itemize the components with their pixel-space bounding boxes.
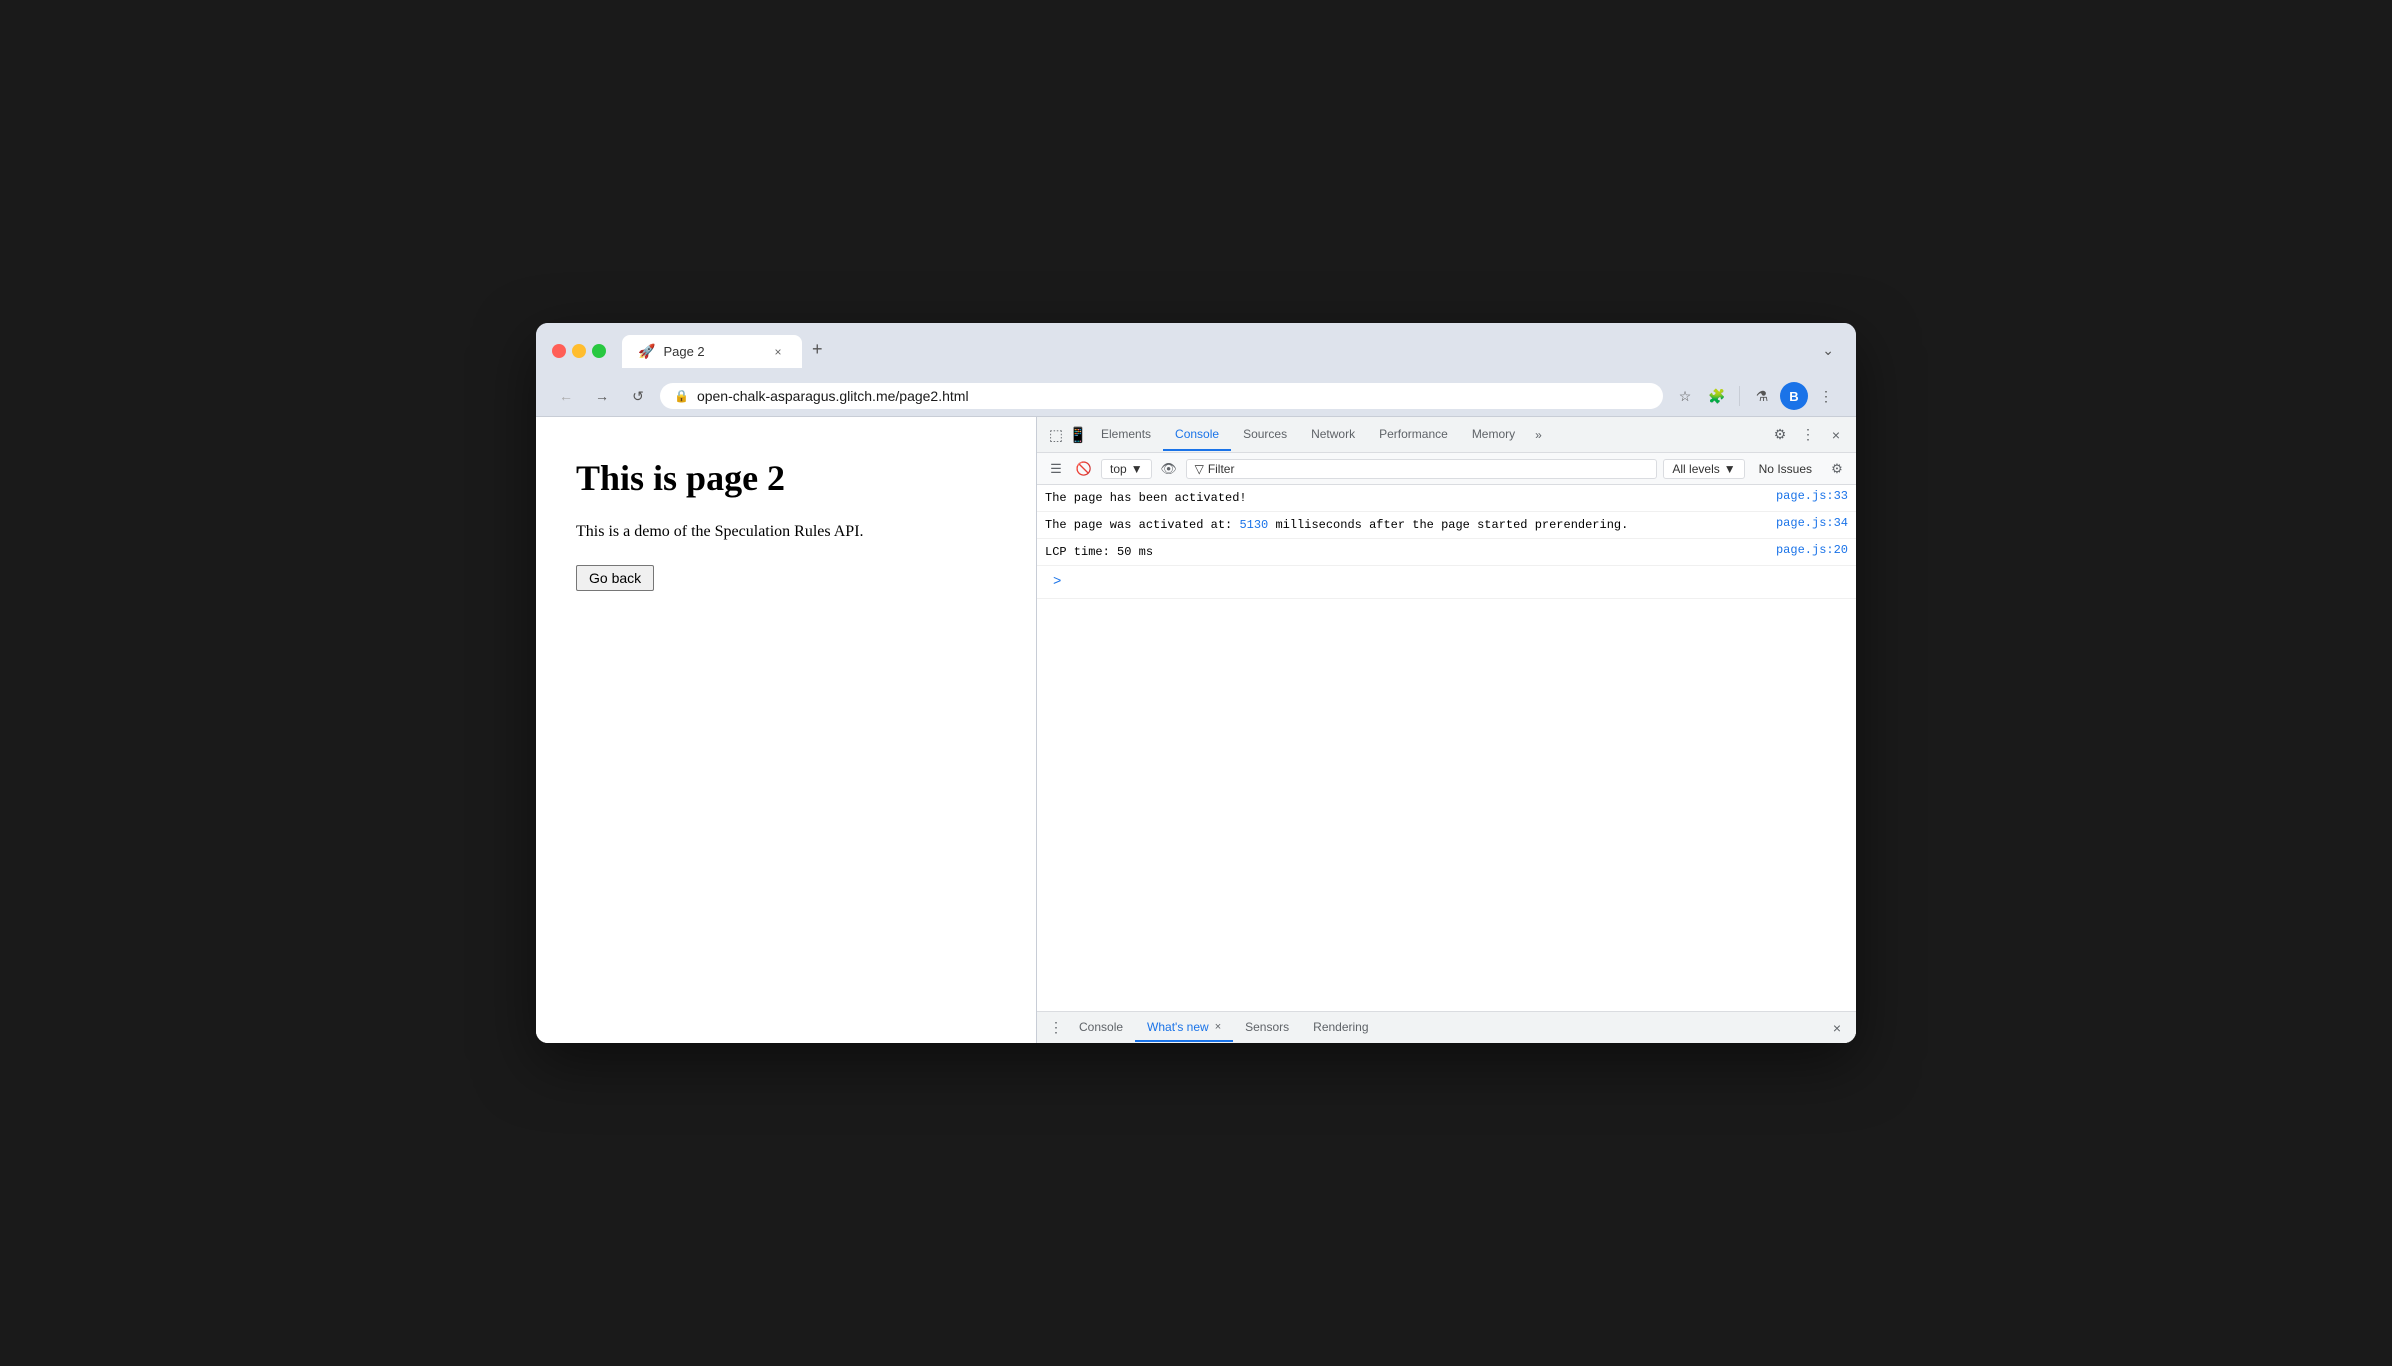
console-message-3: LCP time: 50 ms: [1045, 543, 1768, 561]
console-line-1: The page has been activated! page.js:33: [1037, 485, 1856, 512]
drawer-tab-rendering-label: Rendering: [1313, 1020, 1368, 1034]
context-dropdown-icon: ▼: [1131, 462, 1143, 476]
browser-window: 🚀 Page 2 × + ⌄ ← → ↺ 🔒 open-chalk-aspara…: [536, 323, 1856, 1043]
devtools-drawer: ⋮ Console What's new × Sensors Rendering…: [1037, 1011, 1856, 1043]
devtools-device-icon[interactable]: 📱: [1067, 424, 1089, 446]
console-prompt-icon: >: [1045, 570, 1069, 594]
tab-bar: 🚀 Page 2 × +: [622, 333, 1808, 368]
tab-memory[interactable]: Memory: [1460, 419, 1527, 451]
console-issues-count: No Issues: [1751, 460, 1820, 478]
drawer-tab-whatsnew-close[interactable]: ×: [1215, 1021, 1221, 1033]
level-label: All levels: [1672, 462, 1719, 476]
console-toolbar: ☰ 🚫 top ▼ 👁 ▽ Filter All levels ▼ No Iss…: [1037, 453, 1856, 485]
drawer-tab-console[interactable]: Console: [1067, 1014, 1135, 1042]
extension-button[interactable]: 🧩: [1703, 382, 1731, 410]
close-traffic-light[interactable]: [552, 344, 566, 358]
tab-sources[interactable]: Sources: [1231, 419, 1299, 451]
devtools-panel: ⬚ 📱 Elements Console Sources Network Per…: [1036, 417, 1856, 1043]
page-heading: This is page 2: [576, 457, 996, 499]
active-tab[interactable]: 🚀 Page 2 ×: [622, 335, 802, 368]
console-highlight-value: 5130: [1239, 518, 1268, 532]
console-source-3[interactable]: page.js:20: [1776, 543, 1848, 557]
console-message-1: The page has been activated!: [1045, 489, 1768, 507]
filter-icon: ▽: [1195, 462, 1204, 476]
console-source-2[interactable]: page.js:34: [1776, 516, 1848, 530]
context-label: top: [1110, 462, 1127, 476]
console-filter-input[interactable]: ▽ Filter: [1186, 459, 1658, 479]
console-eye-button[interactable]: 👁: [1158, 458, 1180, 480]
new-tab-button[interactable]: +: [802, 333, 833, 366]
console-message-2: The page was activated at: 5130 millisec…: [1045, 516, 1768, 534]
address-bar[interactable]: 🔒 open-chalk-asparagus.glitch.me/page2.h…: [660, 383, 1663, 409]
minimize-traffic-light[interactable]: [572, 344, 586, 358]
console-source-1[interactable]: page.js:33: [1776, 489, 1848, 503]
tab-network[interactable]: Network: [1299, 419, 1367, 451]
nav-divider: [1739, 386, 1740, 406]
maximize-traffic-light[interactable]: [592, 344, 606, 358]
traffic-lights: [552, 344, 606, 358]
drawer-tab-sensors[interactable]: Sensors: [1233, 1014, 1301, 1042]
drawer-close-button[interactable]: ×: [1826, 1017, 1848, 1039]
devtools-tab-bar: ⬚ 📱 Elements Console Sources Network Per…: [1037, 417, 1856, 453]
lab-button[interactable]: ⚗: [1748, 382, 1776, 410]
profile-button[interactable]: B: [1780, 382, 1808, 410]
secure-icon: 🔒: [674, 389, 689, 403]
devtools-inspector-icon[interactable]: ⬚: [1045, 424, 1067, 446]
back-button[interactable]: ←: [552, 382, 580, 410]
devtools-more-options-button[interactable]: ⋮: [1796, 423, 1820, 447]
page-content: This is page 2 This is a demo of the Spe…: [536, 417, 1036, 1043]
console-prompt-line[interactable]: >: [1037, 566, 1856, 599]
drawer-tab-console-label: Console: [1079, 1020, 1123, 1034]
content-area: This is page 2 This is a demo of the Spe…: [536, 417, 1856, 1043]
reload-button[interactable]: ↺: [624, 382, 652, 410]
tab-console[interactable]: Console: [1163, 419, 1231, 451]
tab-favicon: 🚀: [638, 343, 655, 360]
drawer-menu-button[interactable]: ⋮: [1045, 1017, 1067, 1039]
devtools-close-button[interactable]: ×: [1824, 423, 1848, 447]
title-bar-top: 🚀 Page 2 × + ⌄: [552, 333, 1840, 368]
level-dropdown-icon: ▼: [1724, 462, 1736, 476]
console-line-2: The page was activated at: 5130 millisec…: [1037, 512, 1856, 539]
nav-actions: ☆ 🧩 ⚗ B ⋮: [1671, 382, 1840, 410]
page-description: This is a demo of the Speculation Rules …: [576, 523, 996, 541]
url-text: open-chalk-asparagus.glitch.me/page2.htm…: [697, 388, 1649, 404]
tab-close-button[interactable]: ×: [770, 344, 786, 360]
devtools-settings-button[interactable]: ⚙: [1768, 423, 1792, 447]
bookmark-button[interactable]: ☆: [1671, 382, 1699, 410]
more-tabs-button[interactable]: »: [1527, 422, 1550, 448]
console-context-selector[interactable]: top ▼: [1101, 459, 1152, 479]
drawer-tab-rendering[interactable]: Rendering: [1301, 1014, 1380, 1042]
menu-button[interactable]: ⋮: [1812, 382, 1840, 410]
title-bar: 🚀 Page 2 × + ⌄: [536, 323, 1856, 376]
go-back-button[interactable]: Go back: [576, 565, 654, 591]
tab-dropdown-button[interactable]: ⌄: [1816, 336, 1840, 365]
console-settings-button[interactable]: ⚙: [1826, 458, 1848, 480]
drawer-tab-sensors-label: Sensors: [1245, 1020, 1289, 1034]
drawer-tab-whatsnew[interactable]: What's new ×: [1135, 1014, 1233, 1042]
console-output: The page has been activated! page.js:33 …: [1037, 485, 1856, 1011]
forward-button[interactable]: →: [588, 382, 616, 410]
console-level-selector[interactable]: All levels ▼: [1663, 459, 1744, 479]
tab-elements[interactable]: Elements: [1089, 419, 1163, 451]
console-sidebar-toggle[interactable]: ☰: [1045, 458, 1067, 480]
drawer-tab-whatsnew-label: What's new: [1147, 1020, 1209, 1034]
filter-label: Filter: [1208, 462, 1235, 476]
tab-performance[interactable]: Performance: [1367, 419, 1460, 451]
tab-title: Page 2: [663, 344, 762, 359]
console-line-3: LCP time: 50 ms page.js:20: [1037, 539, 1856, 566]
devtools-tab-actions: ⚙ ⋮ ×: [1768, 423, 1848, 447]
navigation-bar: ← → ↺ 🔒 open-chalk-asparagus.glitch.me/p…: [536, 376, 1856, 417]
console-clear-button[interactable]: 🚫: [1073, 458, 1095, 480]
